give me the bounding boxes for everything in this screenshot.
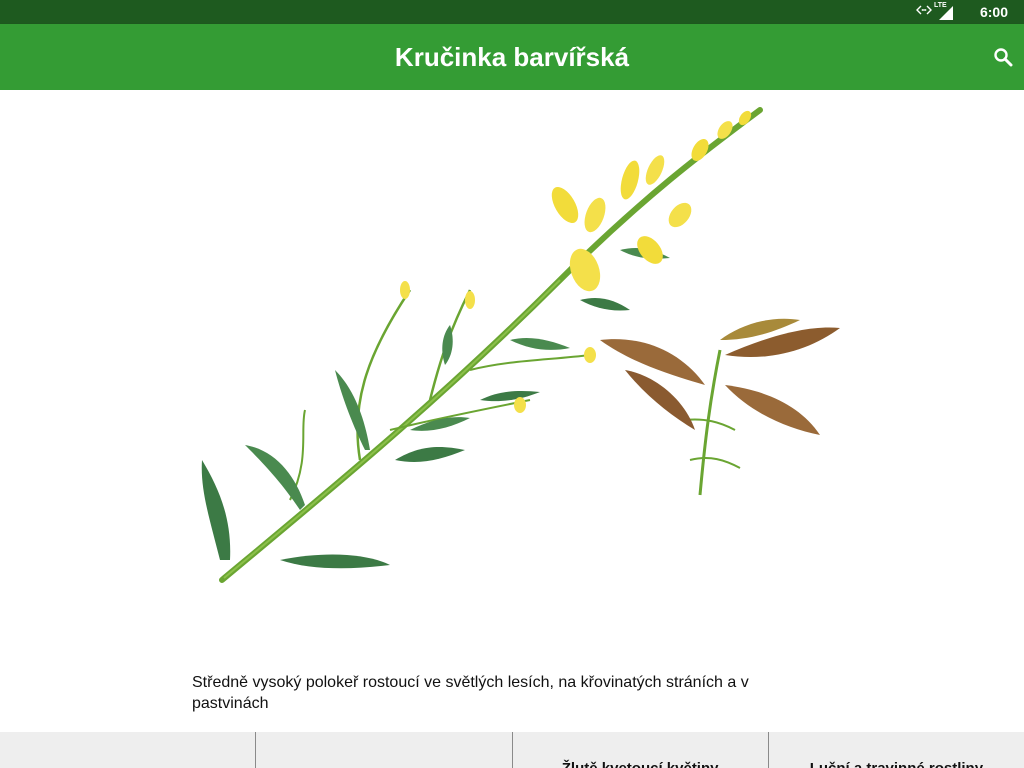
bottom-tab-1[interactable]	[0, 732, 257, 768]
bottom-tab-4-label: Luční a travinné rostliny	[769, 760, 1024, 768]
plant-description: Středně vysoký polokeř rostoucí ve světl…	[192, 674, 749, 712]
status-icons: LTE	[916, 2, 954, 21]
lte-label: LTE	[934, 2, 947, 9]
search-icon	[994, 48, 1013, 67]
bottom-tab-bar: Žlutě kvetoucí květiny Luční a travinné …	[0, 732, 1024, 768]
status-bar: LTE 6:00	[0, 0, 1024, 24]
search-button[interactable]	[988, 42, 1018, 72]
content-area: Středně vysoký polokeř rostoucí ve světl…	[0, 90, 1024, 732]
status-time: 6:00	[979, 4, 1008, 20]
data-transfer-icon	[916, 3, 932, 21]
bottom-tab-3-label: Žlutě kvetoucí květiny	[513, 760, 768, 768]
bottom-tab-2[interactable]	[256, 732, 513, 768]
plant-illustration	[201, 107, 840, 583]
app-bar: Kručinka barvířská	[0, 24, 1024, 90]
bottom-tab-4[interactable]: Luční a travinné rostliny	[769, 732, 1024, 768]
bottom-tab-3[interactable]: Žlutě kvetoucí květiny	[513, 732, 769, 768]
lte-signal-icon: LTE	[934, 2, 954, 20]
page-title: Kručinka barvířská	[394, 42, 630, 72]
